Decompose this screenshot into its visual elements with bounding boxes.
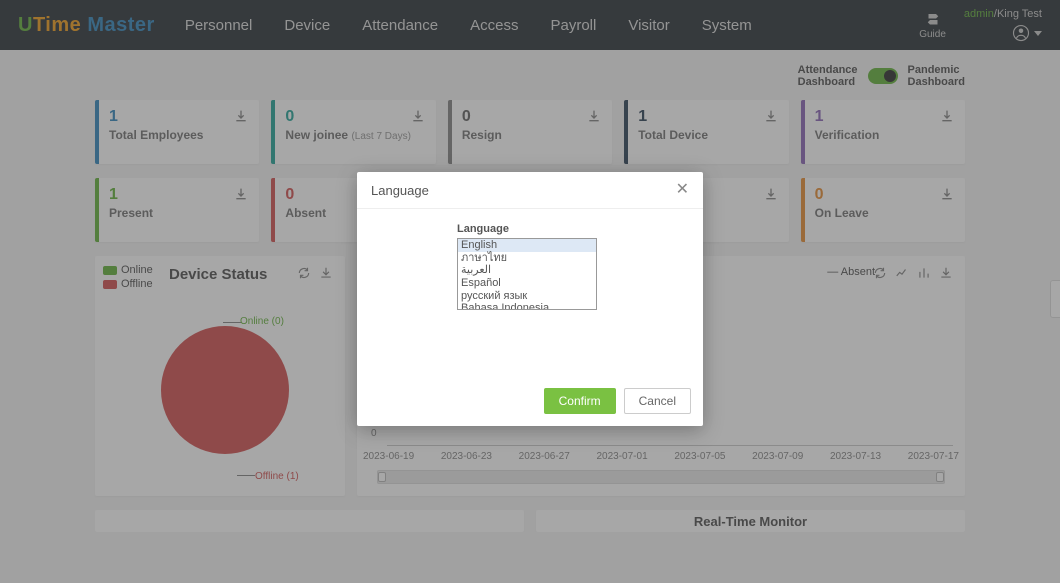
language-option[interactable]: Español: [458, 277, 596, 290]
confirm-button[interactable]: Confirm: [544, 388, 616, 414]
language-option[interactable]: ภาษาไทย: [458, 252, 596, 265]
modal-title: Language: [371, 183, 429, 198]
language-select[interactable]: EnglishภาษาไทยالعربيةEspañolрусский язык…: [457, 238, 597, 310]
language-option[interactable]: العربية: [458, 264, 596, 277]
modal-overlay: Language ✕ Language Englishภาษาไทยالعربي…: [0, 0, 1060, 583]
language-option[interactable]: Bahasa Indonesia: [458, 302, 596, 310]
language-option[interactable]: English: [458, 239, 596, 252]
cancel-button[interactable]: Cancel: [624, 388, 691, 414]
language-modal: Language ✕ Language Englishภาษาไทยالعربي…: [357, 172, 703, 426]
close-icon[interactable]: ✕: [676, 182, 689, 198]
language-field-label: Language: [457, 223, 689, 235]
language-option[interactable]: русский язык: [458, 290, 596, 303]
